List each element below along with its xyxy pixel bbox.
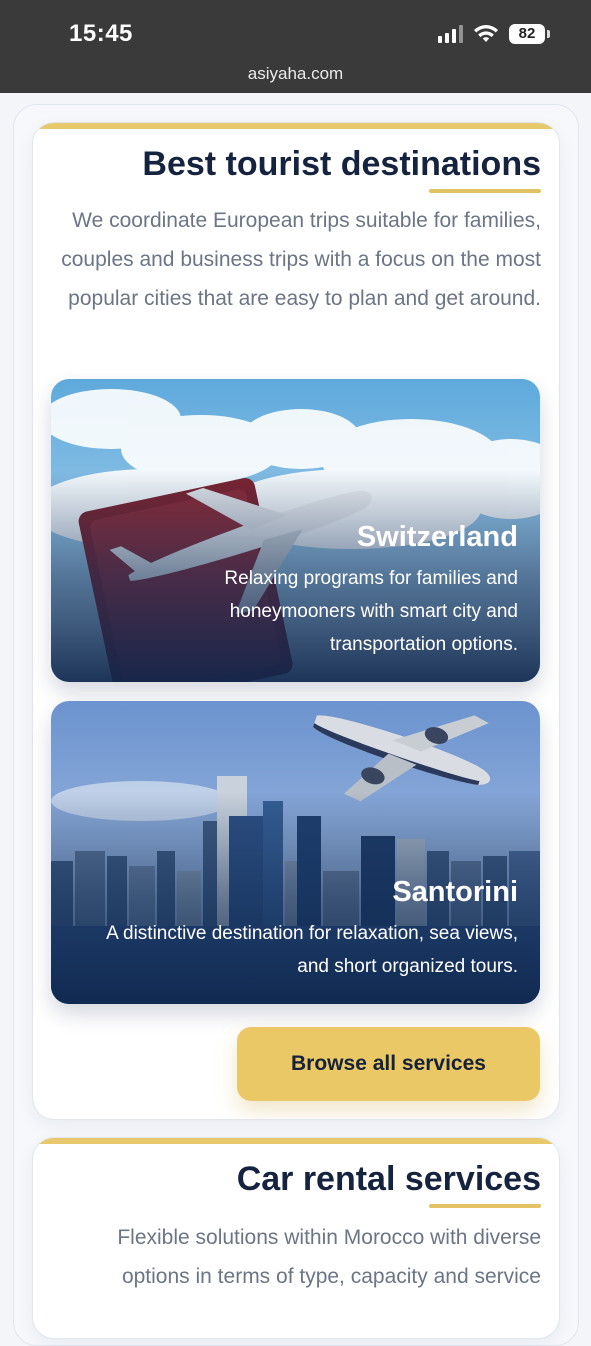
address-bar[interactable]: asiyaha.com <box>0 64 591 84</box>
status-time: 15:45 <box>69 20 133 47</box>
car-rental-section: Car rental services Flexible solutions w… <box>32 1137 560 1339</box>
section-title: Best tourist destinations <box>142 145 541 183</box>
system-icons: 82 <box>438 24 550 44</box>
battery-icon: 82 <box>509 24 550 44</box>
status-bar: 15:45 82 asiyaha.com <box>0 0 591 93</box>
cellular-signal-icon <box>438 25 463 43</box>
destination-title: Santorini <box>392 876 518 908</box>
destination-description: Relaxing programs for families and honey… <box>224 568 518 655</box>
section-description: Flexible solutions within Morocco with d… <box>117 1226 541 1288</box>
destination-card-switzerland[interactable]: Switzerland Relaxing programs for famili… <box>51 379 540 682</box>
destination-title: Switzerland <box>356 521 518 553</box>
title-underline <box>429 189 541 193</box>
section-description: We coordinate European trips suitable fo… <box>61 209 541 310</box>
browse-all-services-button[interactable]: Browse all services <box>237 1027 540 1101</box>
destination-description: A distinctive destination for relaxation… <box>106 923 518 977</box>
destinations-section: Best tourist destinations We coordinate … <box>32 122 560 1120</box>
wifi-icon <box>474 25 498 42</box>
title-underline <box>429 1204 541 1208</box>
section-title: Car rental services <box>236 1160 541 1198</box>
destination-card-santorini[interactable]: Santorini A distinctive destination for … <box>51 701 540 1004</box>
